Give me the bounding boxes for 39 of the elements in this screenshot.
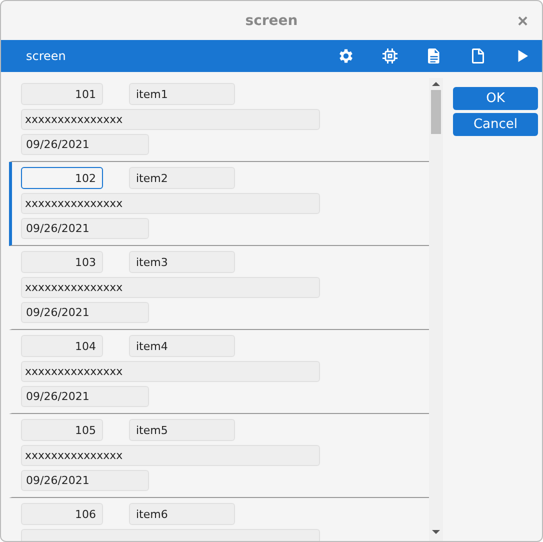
- record-item[interactable]: 101 item1 xxxxxxxxxxxxxxx 09/26/2021: [9, 78, 429, 162]
- scroll-up-icon[interactable]: [432, 81, 440, 87]
- name-field[interactable]: item6: [129, 503, 235, 525]
- date-field[interactable]: 09/26/2021: [21, 386, 149, 407]
- number-field[interactable]: 105: [21, 419, 103, 441]
- number-field[interactable]: 101: [21, 83, 103, 105]
- name-field[interactable]: item2: [129, 167, 235, 189]
- record-item[interactable]: 104 item4 xxxxxxxxxxxxxxx 09/26/2021: [9, 330, 429, 414]
- record-item[interactable]: 106 item6: [9, 498, 429, 541]
- name-field[interactable]: item5: [129, 419, 235, 441]
- description-field[interactable]: xxxxxxxxxxxxxxx: [21, 277, 320, 298]
- scrollbar-thumb[interactable]: [431, 90, 441, 134]
- chip-icon[interactable]: [381, 47, 399, 65]
- description-field[interactable]: xxxxxxxxxxxxxxx: [21, 109, 320, 130]
- settings-icon[interactable]: [337, 47, 355, 65]
- date-field[interactable]: 09/26/2021: [21, 218, 149, 239]
- number-field[interactable]: 106: [21, 503, 103, 525]
- cancel-button[interactable]: Cancel: [453, 113, 538, 136]
- window-title: screen: [245, 12, 298, 28]
- name-field[interactable]: item3: [129, 251, 235, 273]
- description-field[interactable]: xxxxxxxxxxxxxxx: [21, 193, 320, 214]
- description-field[interactable]: xxxxxxxxxxxxxxx: [21, 361, 320, 382]
- toolbar-title: screen: [26, 49, 67, 63]
- name-field[interactable]: item4: [129, 335, 235, 357]
- date-field[interactable]: 09/26/2021: [21, 134, 149, 155]
- record-item[interactable]: 102 item2 xxxxxxxxxxxxxxx 09/26/2021: [9, 162, 429, 246]
- file-icon[interactable]: [469, 47, 487, 65]
- date-field[interactable]: 09/26/2021: [21, 302, 149, 323]
- number-field[interactable]: 103: [21, 251, 103, 273]
- record-item[interactable]: 103 item3 xxxxxxxxxxxxxxx 09/26/2021: [9, 246, 429, 330]
- scroll-down-icon[interactable]: [432, 529, 440, 535]
- ok-button[interactable]: OK: [453, 87, 538, 110]
- record-item[interactable]: 105 item5 xxxxxxxxxxxxxxx 09/26/2021: [9, 414, 429, 498]
- number-field[interactable]: 104: [21, 335, 103, 357]
- number-field[interactable]: 102: [21, 167, 103, 189]
- description-field[interactable]: xxxxxxxxxxxxxxx: [21, 445, 320, 466]
- date-field[interactable]: 09/26/2021: [21, 470, 149, 491]
- scrollbar[interactable]: [429, 78, 443, 541]
- name-field[interactable]: item1: [129, 83, 235, 105]
